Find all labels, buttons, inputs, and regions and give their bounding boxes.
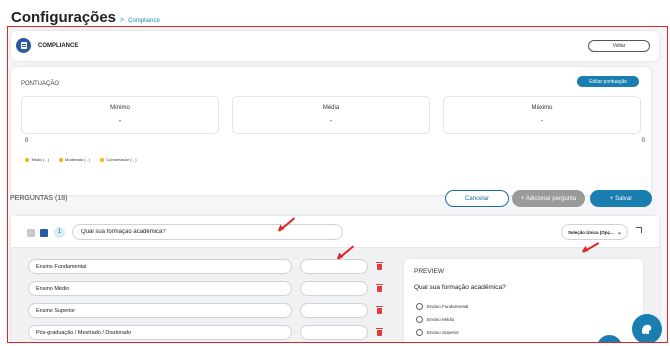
preview-option[interactable]: Ensino Fundamental bbox=[416, 303, 468, 310]
metric-value: - bbox=[540, 116, 544, 125]
metric-min: Mínimo - bbox=[21, 96, 219, 134]
preview-title: PREVIEW bbox=[414, 268, 444, 275]
trash-icon[interactable] bbox=[376, 262, 383, 270]
legend-label: Conservador ( - ) bbox=[106, 157, 137, 162]
help-button[interactable] bbox=[632, 314, 662, 342]
option-input[interactable] bbox=[28, 281, 292, 296]
legend-dot-icon bbox=[25, 157, 29, 162]
question-type-value: Seleção Única (Opç... bbox=[568, 229, 614, 235]
question-body: PREVIEW Qual sua formação acadêmica? Ens… bbox=[11, 248, 659, 342]
question-type-select[interactable]: Seleção Única (Opç... ⌄ bbox=[561, 224, 628, 240]
preview-option-label: Ensino Superior bbox=[427, 330, 460, 335]
option-input[interactable] bbox=[28, 325, 292, 340]
option-score-input[interactable] bbox=[300, 281, 368, 296]
radio-icon[interactable] bbox=[416, 303, 423, 310]
legend-dot-icon bbox=[59, 157, 64, 162]
legend: Tesão ( - ) Moderado ( - ) Conservador (… bbox=[25, 157, 137, 162]
compliance-card: COMPLIANCE Voltar bbox=[11, 31, 659, 61]
question-type-icon bbox=[40, 229, 48, 237]
radio-icon[interactable] bbox=[416, 329, 423, 336]
questions-title: PERGUNTAS (18) bbox=[10, 195, 68, 202]
trash-icon[interactable] bbox=[376, 328, 383, 336]
page-header: Configurações > Compliance bbox=[11, 9, 160, 26]
help-icon bbox=[642, 324, 652, 334]
metric-label: Mínimo bbox=[110, 105, 130, 111]
trash-icon[interactable] bbox=[376, 284, 383, 292]
legend-label: Moderado ( - ) bbox=[65, 157, 91, 162]
question-number-badge: 1 bbox=[54, 227, 65, 238]
preview-panel: PREVIEW Qual sua formação acadêmica? Ens… bbox=[404, 259, 643, 342]
collapse-icon[interactable] bbox=[636, 227, 642, 233]
document-icon bbox=[16, 38, 31, 53]
add-question-button[interactable]: + Adicionar pergunta bbox=[512, 190, 585, 207]
option-score-input[interactable] bbox=[300, 303, 368, 318]
metric-label: Média bbox=[322, 105, 340, 111]
legend-item: Conservador ( - ) bbox=[100, 157, 137, 162]
back-button[interactable]: Voltar bbox=[588, 40, 650, 52]
page-title: Configurações bbox=[11, 9, 117, 26]
metric-value: - bbox=[329, 116, 333, 125]
legend-dot-icon bbox=[100, 157, 105, 162]
compliance-label: COMPLIANCE bbox=[38, 43, 79, 49]
preview-option-label: Ensino Médio bbox=[427, 317, 455, 322]
preview-question: Qual sua formação acadêmica? bbox=[414, 284, 506, 291]
metric-max: Máximo - bbox=[443, 96, 641, 134]
score-card: PONTUAÇÃO Editar pontuação Mínimo - Médi… bbox=[11, 67, 651, 195]
question-text-input[interactable] bbox=[72, 224, 343, 240]
breadcrumb-separator: > bbox=[120, 17, 125, 24]
preview-option[interactable]: Ensino Médio bbox=[416, 316, 454, 323]
breadcrumb[interactable]: Compliance bbox=[128, 18, 160, 24]
legend-label: Tesão ( - ) bbox=[31, 157, 50, 162]
trash-icon[interactable] bbox=[376, 306, 383, 314]
question-header: 1 Seleção Única (Opç... ⌄ bbox=[11, 216, 659, 248]
option-input[interactable] bbox=[28, 259, 292, 274]
assistant-icon bbox=[608, 341, 611, 342]
option-score-input[interactable] bbox=[300, 259, 368, 274]
metric-label: Máximo bbox=[531, 105, 553, 111]
metric-average: Média - bbox=[232, 96, 430, 134]
legend-item: Moderado ( - ) bbox=[59, 157, 90, 162]
score-title: PONTUAÇÃO bbox=[21, 81, 60, 87]
metric-value: - bbox=[118, 116, 122, 125]
cancel-button[interactable]: Cancelar bbox=[445, 190, 509, 207]
edit-score-button[interactable]: Editar pontuação bbox=[577, 76, 639, 87]
legend-item: Tesão ( - ) bbox=[25, 157, 49, 162]
axis-max-label: 0 bbox=[641, 138, 645, 144]
highlight-frame: COMPLIANCE Voltar PONTUAÇÃO Editar pontu… bbox=[7, 26, 668, 343]
preview-option-label: Ensino Fundamental bbox=[427, 304, 469, 309]
chevron-down-icon: ⌄ bbox=[616, 229, 622, 236]
axis-min-label: 0 bbox=[25, 138, 29, 144]
option-score-input[interactable] bbox=[300, 325, 368, 340]
radio-icon[interactable] bbox=[416, 316, 423, 323]
question-card: 1 Seleção Única (Opç... ⌄ PREVIEW bbox=[11, 216, 659, 342]
option-input[interactable] bbox=[28, 303, 292, 318]
preview-option[interactable]: Ensino Superior bbox=[416, 329, 459, 336]
drag-handle-icon[interactable] bbox=[27, 229, 35, 237]
save-button[interactable]: + Salvar bbox=[590, 190, 652, 207]
